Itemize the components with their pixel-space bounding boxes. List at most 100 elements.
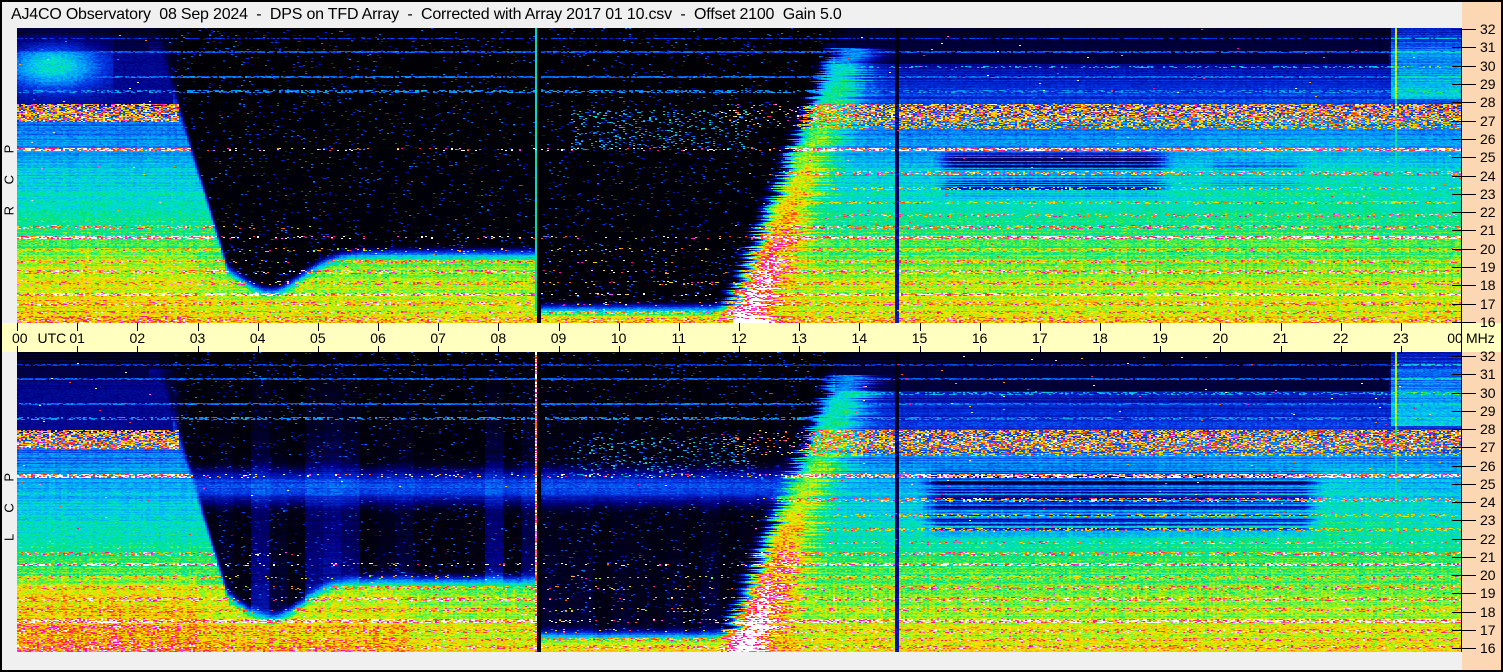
hour-label: 10: [610, 330, 627, 346]
hour-tick: [378, 346, 379, 353]
freq-tick: [1452, 267, 1476, 269]
freq-label: 17: [1480, 295, 1496, 312]
hour-tick: [618, 346, 620, 353]
freq-label: 27: [1480, 112, 1496, 129]
freq-label: 23: [1480, 185, 1496, 202]
freq-tick: [1452, 374, 1476, 376]
freq-tick: [1452, 102, 1476, 104]
hour-tick: [1400, 346, 1402, 353]
hour-tick: [1461, 346, 1462, 353]
freq-tick: [1452, 575, 1476, 576]
window-body: AJ4CO Observatory 08 Sep 2024 - DPS on T…: [2, 2, 1501, 670]
hour-label: 16: [971, 330, 988, 346]
hour-tick: [1100, 346, 1101, 353]
hour-tick: [979, 346, 981, 353]
hour-label: 22: [1332, 330, 1349, 346]
freq-tick: [1452, 47, 1476, 49]
freq-label: 18: [1480, 603, 1496, 620]
freq-label: 24: [1480, 494, 1496, 510]
freq-label: 29: [1480, 75, 1496, 92]
hour-tick: [1340, 346, 1342, 353]
freq-label: 18: [1480, 277, 1496, 294]
freq-tick: [1452, 303, 1476, 305]
freq-tick: [1452, 356, 1476, 357]
freq-label: 26: [1480, 130, 1496, 147]
hour-label: 23: [1393, 330, 1409, 346]
freq-tick: [1452, 648, 1476, 649]
freq-tick: [1452, 538, 1476, 540]
hour-tick: [498, 346, 500, 353]
freq-label: 16: [1480, 640, 1496, 656]
hour-tick: [1461, 323, 1462, 331]
freq-label: 30: [1480, 384, 1496, 401]
hour-label: 17: [1032, 330, 1048, 346]
freq-label: 20: [1480, 240, 1496, 257]
freq-label: 17: [1480, 621, 1496, 638]
freq-label: 22: [1480, 530, 1496, 547]
freq-label: 32: [1480, 21, 1496, 37]
freq-tick: [1452, 157, 1476, 159]
hour-label: 03: [189, 330, 206, 346]
freq-tick: [1452, 120, 1476, 122]
time-axis-start-label: 00 UTC: [12, 330, 67, 346]
freq-tick: [1452, 138, 1476, 140]
hour-tick: [1160, 346, 1162, 353]
freq-tick: [1452, 212, 1476, 214]
freq-label: 20: [1480, 567, 1496, 583]
frequency-axis-line: [1461, 28, 1462, 652]
hour-label: 07: [430, 330, 446, 346]
hour-tick: [317, 346, 319, 353]
spectrogram-window: AJ4CO Observatory 08 Sep 2024 - DPS on T…: [0, 0, 1503, 672]
freq-label: 23: [1480, 512, 1496, 529]
hour-label: 08: [490, 330, 507, 346]
hour-tick: [859, 346, 861, 353]
hour-label: 05: [310, 330, 326, 346]
lcp-panel-label: L C P: [2, 463, 17, 542]
freq-tick: [1452, 465, 1476, 467]
hour-label: 01: [69, 330, 85, 346]
freq-tick: [1452, 322, 1476, 323]
freq-label: 30: [1480, 57, 1496, 74]
lcp-spectrogram: [17, 352, 1461, 652]
freq-label: 31: [1480, 366, 1496, 383]
freq-label: 21: [1480, 548, 1496, 565]
freq-label: 31: [1480, 39, 1496, 56]
freq-tick: [1452, 248, 1476, 250]
freq-label: 19: [1480, 585, 1496, 602]
frequency-unit-label: MHz: [1466, 330, 1495, 346]
freq-label: 25: [1480, 475, 1496, 492]
hour-label: 04: [249, 330, 266, 346]
hour-tick: [919, 346, 921, 353]
freq-tick: [1452, 483, 1476, 485]
freq-label: 24: [1480, 167, 1496, 184]
hour-tick: [438, 346, 440, 353]
hour-tick: [739, 346, 740, 353]
hour-label: 13: [791, 330, 807, 346]
freq-label: 19: [1480, 259, 1496, 276]
freq-tick: [1452, 193, 1476, 195]
hour-tick: [799, 346, 801, 353]
hour-tick: [1280, 346, 1282, 353]
freq-tick: [1452, 556, 1476, 558]
hour-tick: [1039, 346, 1041, 353]
freq-tick: [1452, 629, 1476, 631]
hour-label: 20: [1212, 330, 1229, 346]
hour-tick: [137, 346, 139, 353]
freq-label: 16: [1480, 314, 1496, 330]
freq-label: 27: [1480, 439, 1496, 456]
hour-tick: [17, 323, 18, 331]
hour-label: 11: [671, 330, 687, 346]
hour-label: 09: [550, 330, 567, 346]
freq-tick: [1452, 392, 1476, 394]
freq-tick: [1452, 175, 1476, 177]
freq-tick: [1452, 520, 1476, 522]
hour-tick: [678, 346, 680, 353]
freq-label: 26: [1480, 457, 1496, 474]
freq-tick: [1452, 410, 1476, 412]
freq-label: 25: [1480, 149, 1496, 166]
freq-tick: [1452, 230, 1476, 232]
rcp-panel-label: R C P: [2, 135, 17, 216]
freq-tick: [1452, 611, 1476, 613]
freq-tick: [1452, 65, 1476, 67]
hour-label: 21: [1272, 330, 1289, 346]
